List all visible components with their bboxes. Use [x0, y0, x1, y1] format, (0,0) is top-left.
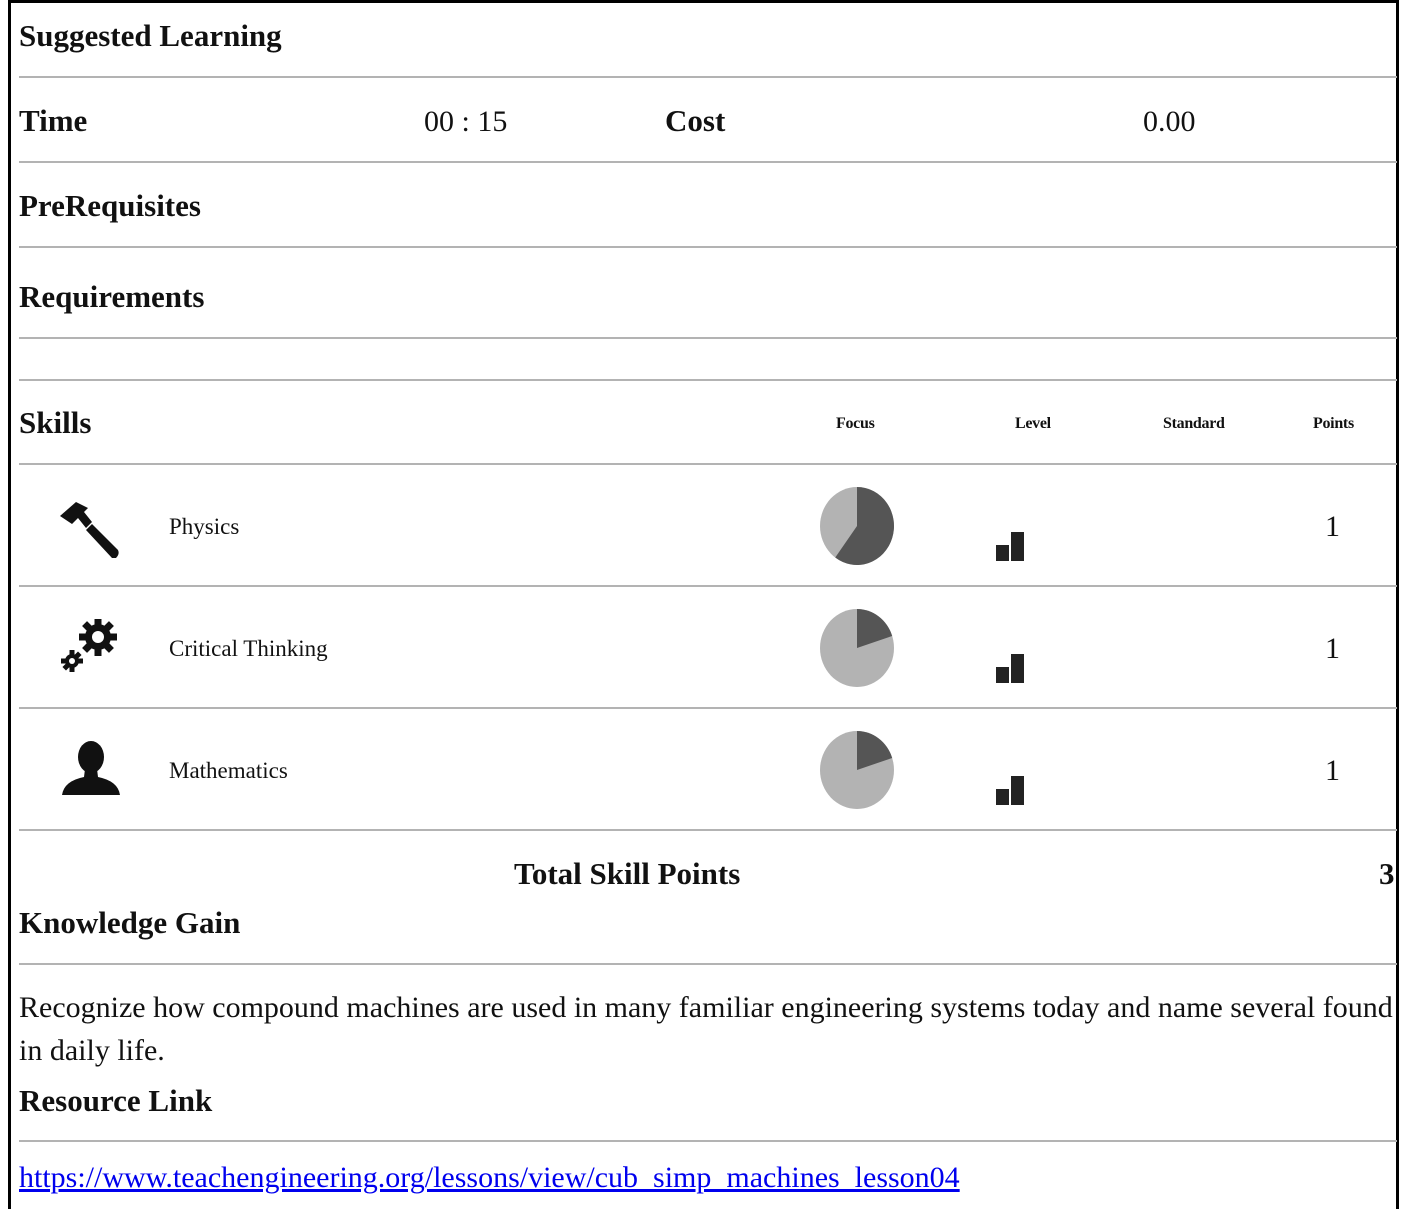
divider — [19, 246, 1397, 248]
gears-icon — [61, 619, 117, 672]
resource-link-title: Resource Link — [19, 1083, 213, 1118]
cost-value: 0.00 — [1143, 105, 1196, 138]
skill-points: 1 — [1325, 510, 1340, 543]
total-skill-points-label: Total Skill Points — [514, 856, 741, 891]
divider — [19, 76, 1397, 78]
resource-link[interactable]: https://www.teachengineering.org/lessons… — [19, 1161, 960, 1195]
time-label: Time — [19, 103, 88, 138]
skill-row: Physics 1 — [0, 465, 1409, 585]
skill-row: Critical Thinking 1 — [0, 587, 1409, 707]
knowledge-gain-text: Recognize how compound machines are used… — [19, 991, 1393, 1067]
points-column-header: Points — [1313, 415, 1354, 432]
level-bars-icon — [996, 532, 1024, 561]
cost-label: Cost — [665, 103, 726, 138]
total-skill-points-value: 3 — [1379, 856, 1395, 891]
focus-pie — [820, 609, 894, 687]
time-value: 00 : 15 — [424, 105, 508, 138]
skill-points: 1 — [1325, 754, 1340, 787]
knowledge-gain-title: Knowledge Gain — [19, 905, 241, 940]
requirements-title: Requirements — [19, 279, 205, 314]
level-column-header: Level — [1015, 415, 1051, 432]
divider — [19, 1140, 1397, 1142]
focus-pie — [820, 731, 894, 809]
divider — [19, 379, 1397, 381]
level-bars-icon — [996, 776, 1024, 805]
focus-pie — [820, 487, 894, 565]
hammer-icon — [60, 502, 119, 558]
skill-points: 1 — [1325, 632, 1340, 665]
prerequisites-title: PreRequisites — [19, 188, 201, 223]
divider — [19, 829, 1397, 831]
skill-row: Mathematics 1 — [0, 709, 1409, 829]
divider — [19, 963, 1397, 965]
skill-name: Critical Thinking — [169, 636, 328, 661]
person-icon — [62, 741, 120, 795]
divider — [19, 337, 1397, 339]
focus-column-header: Focus — [836, 415, 875, 432]
suggested-learning-title: Suggested Learning — [19, 18, 282, 53]
skill-name: Physics — [169, 514, 240, 539]
skills-title: Skills — [19, 405, 92, 440]
skill-name: Mathematics — [169, 758, 288, 783]
standard-column-header: Standard — [1163, 415, 1225, 432]
divider — [19, 161, 1397, 163]
level-bars-icon — [996, 654, 1024, 683]
